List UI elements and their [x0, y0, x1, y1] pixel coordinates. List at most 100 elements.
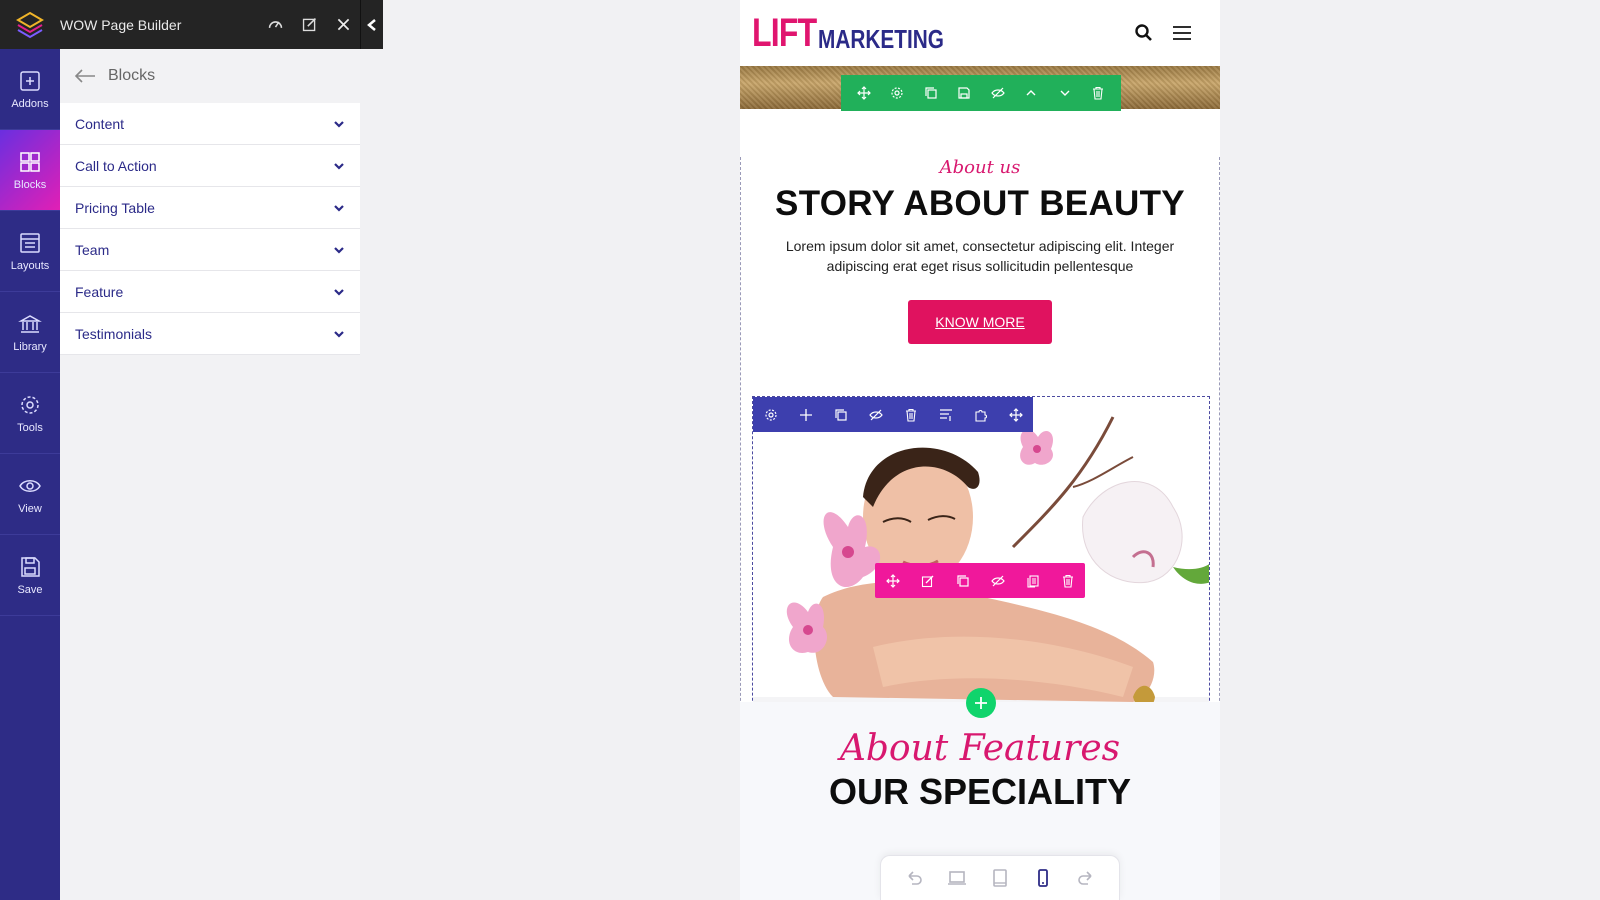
chevron-up-icon[interactable]: [1024, 86, 1038, 100]
left-rail: Addons Blocks Layouts Library Tools View…: [0, 49, 60, 900]
rail-item-view[interactable]: View: [0, 454, 60, 535]
rail-item-blocks[interactable]: Blocks: [0, 130, 60, 211]
hamburger-menu-icon[interactable]: [1172, 23, 1192, 43]
rail-label: View: [18, 502, 42, 515]
category-feature[interactable]: Feature: [60, 271, 360, 313]
dashboard-gauge-icon[interactable]: [258, 8, 292, 42]
category-label: Testimonials: [75, 325, 153, 342]
builder-topbar: WOW Page Builder: [0, 0, 360, 49]
blocks-panel: Blocks Content Call to Action Pricing Ta…: [60, 49, 360, 900]
panel-header: Blocks: [60, 49, 360, 103]
category-label: Content: [75, 115, 125, 132]
chevron-down-icon: [334, 330, 344, 338]
about-text: Lorem ipsum dolor sit amet, consectetur …: [785, 238, 1175, 274]
rail-label: Library: [13, 340, 47, 353]
features-title: OUR SPECIALITY: [828, 771, 1132, 812]
rail-label: Blocks: [13, 178, 47, 191]
section-toolbar: [841, 75, 1121, 111]
rail-item-library[interactable]: Library: [0, 292, 60, 373]
row-toolbar: [753, 397, 1033, 432]
plus-square-icon: [20, 70, 40, 91]
rail-label: Save: [17, 583, 43, 596]
undo-icon[interactable]: [904, 868, 924, 888]
category-testimonials[interactable]: Testimonials: [60, 313, 360, 355]
chevron-down-icon: [334, 246, 344, 254]
plus-icon[interactable]: [799, 408, 813, 422]
panel-title: Blocks: [108, 67, 156, 84]
category-label: Team: [75, 241, 110, 258]
visibility-off-icon[interactable]: [868, 408, 883, 422]
collapse-panel-button[interactable]: [360, 0, 383, 49]
tablet-view-icon[interactable]: [990, 868, 1010, 888]
visibility-off-icon[interactable]: [990, 574, 1005, 588]
category-content[interactable]: Content: [60, 103, 360, 145]
category-label: Pricing Table: [75, 199, 155, 216]
brand-part-2: MARKETING: [818, 24, 945, 54]
category-team[interactable]: Team: [60, 229, 360, 271]
category-call-to-action[interactable]: Call to Action: [60, 145, 360, 187]
desktop-view-icon[interactable]: [947, 868, 967, 888]
settings-icon[interactable]: [764, 408, 778, 422]
trash-icon[interactable]: [1091, 86, 1105, 100]
floppy-icon: [21, 556, 40, 577]
rail-item-save[interactable]: Save: [0, 535, 60, 616]
page-canvas[interactable]: LIFT MARKETING About us STORY ABOUT BEAU…: [740, 0, 1220, 900]
chevron-down-icon: [334, 162, 344, 170]
move-icon[interactable]: [856, 86, 871, 100]
about-section[interactable]: About us STORY ABOUT BEAUTY Lorem ipsum …: [740, 157, 1220, 751]
rail-label: Layouts: [10, 259, 50, 272]
copy-style-icon[interactable]: [1026, 574, 1040, 588]
duplicate-icon[interactable]: [834, 408, 848, 422]
arrow-left-icon[interactable]: [74, 69, 96, 83]
know-more-button[interactable]: KNOW MORE: [908, 300, 1052, 344]
eye-icon: [19, 479, 41, 492]
chevron-down-icon: [334, 120, 344, 128]
column-toolbar: [875, 563, 1085, 598]
search-icon[interactable]: [1134, 23, 1154, 43]
addon-puzzle-icon[interactable]: [974, 408, 988, 422]
columns-layout-icon[interactable]: [939, 408, 953, 422]
layouts-icon: [20, 232, 40, 253]
brand-part-1: LIFT: [752, 11, 817, 55]
site-logo[interactable]: LIFT MARKETING: [752, 13, 976, 53]
move-icon[interactable]: [885, 573, 900, 588]
duplicate-icon[interactable]: [924, 86, 938, 100]
gear-icon: [21, 395, 39, 414]
category-pricing-table[interactable]: Pricing Table: [60, 187, 360, 229]
edit-icon[interactable]: [921, 574, 935, 588]
chevron-down-icon: [334, 288, 344, 296]
rail-item-layouts[interactable]: Layouts: [0, 211, 60, 292]
chevron-down-icon: [334, 204, 344, 212]
category-label: Feature: [75, 283, 124, 300]
features-subtitle: About Features: [839, 728, 1121, 769]
blocks-icon: [20, 151, 40, 172]
add-section-button[interactable]: [966, 688, 996, 718]
chevron-left-icon: [367, 18, 376, 31]
trash-icon[interactable]: [904, 408, 918, 422]
site-header: LIFT MARKETING: [740, 0, 1220, 66]
rail-item-addons[interactable]: Addons: [0, 49, 60, 130]
about-subtitle: About us: [939, 157, 1021, 178]
duplicate-icon[interactable]: [956, 574, 970, 588]
library-icon: [18, 314, 42, 333]
device-preview-bar: [880, 855, 1120, 900]
chevron-down-icon[interactable]: [1058, 86, 1072, 100]
trash-icon[interactable]: [1061, 574, 1075, 588]
rail-label: Tools: [17, 421, 43, 434]
visibility-off-icon[interactable]: [990, 86, 1005, 100]
redo-icon[interactable]: [1076, 868, 1096, 888]
settings-icon[interactable]: [890, 86, 904, 100]
app-title: WOW Page Builder: [60, 16, 182, 33]
plus-icon: [975, 697, 987, 709]
move-icon[interactable]: [1008, 407, 1023, 422]
close-icon[interactable]: [326, 8, 360, 42]
blocks-category-list: Content Call to Action Pricing Table Tea…: [60, 103, 360, 355]
save-icon[interactable]: [957, 86, 971, 100]
rail-label: Addons: [11, 97, 49, 110]
edit-icon[interactable]: [292, 8, 326, 42]
mobile-view-icon[interactable]: [1033, 868, 1053, 888]
rail-item-tools[interactable]: Tools: [0, 373, 60, 454]
category-label: Call to Action: [75, 157, 157, 174]
layers-logo-icon: [16, 11, 44, 38]
about-title: STORY ABOUT BEAUTY: [775, 184, 1185, 223]
